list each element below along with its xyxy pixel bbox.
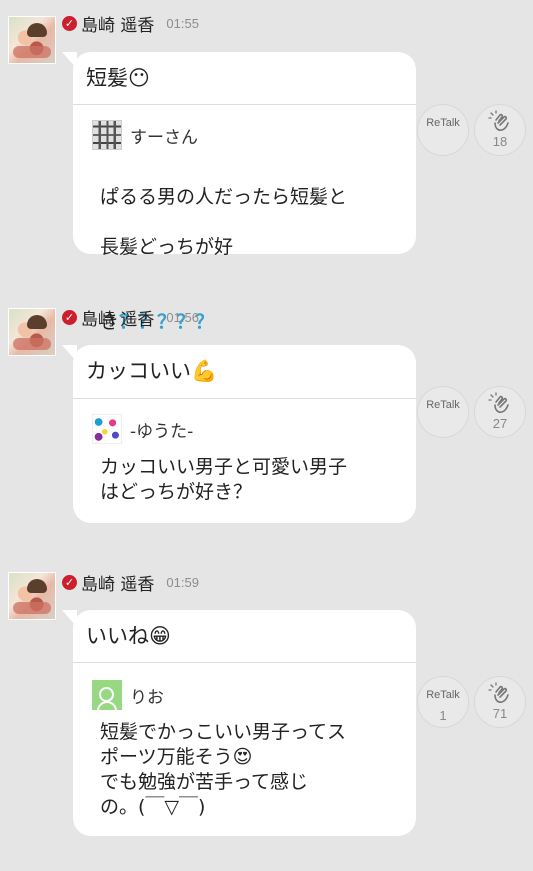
question-text: カッコいい男子と可愛い男子 はどっちが好き？ [100,456,348,503]
verified-check-icon: ✓ [62,15,77,31]
question-line: 長髪どっちが好 [100,236,234,258]
clap-count: 18 [492,134,508,149]
clap-count: 71 [492,706,508,721]
bubble-divider [73,662,416,663]
reply-text: いいね😁 [86,624,171,648]
question-user-row[interactable]: すーさん [92,120,198,150]
question-user-avatar[interactable] [92,414,122,444]
retalk-button[interactable]: ReTalk [417,104,469,156]
question-user-row[interactable]: -ゆうた- [92,414,193,444]
retalk-label: ReTalk [426,689,460,701]
clap-count: 27 [492,416,508,431]
retalk-count: 1 [439,708,447,723]
clap-icon [488,392,509,413]
author-avatar[interactable] [8,16,56,64]
author-row: ✓ 島崎 遥香 01:59 [62,570,199,595]
author-name[interactable]: 島崎 遥香 [81,305,154,330]
talk-feed: ✓ 島崎 遥香 01:55 短髪😶 すーさん ぱるる男の人だったら短髪と 長髪ど… [0,0,533,871]
author-row: ✓ 島崎 遥香 01:56 [62,305,199,330]
reply-bubble[interactable]: 短髪😶 すーさん ぱるる男の人だったら短髪と 長髪どっちが好 き？？？？？ [62,52,416,333]
question-user-name[interactable]: すーさん [130,123,198,148]
question-user-row[interactable]: りお [92,680,164,710]
post-time: 01:55 [166,15,199,31]
question-user-name[interactable]: -ゆうた- [130,417,193,442]
clap-icon [488,110,509,131]
retalk-button[interactable]: ReTalk [417,386,469,438]
clap-button[interactable]: 27 [474,386,526,438]
reply-bubble[interactable]: カッコいい💪 -ゆうた- カッコいい男子と可愛い男子 はどっちが好き？ [62,345,416,523]
reply-text: 短髪😶 [86,66,150,90]
question-user-avatar[interactable] [92,120,122,150]
author-row: ✓ 島崎 遥香 01:55 [62,11,199,36]
bubble-divider [73,398,416,399]
clap-icon [488,682,509,703]
clap-button[interactable]: 71 [474,676,526,728]
bubble-divider [73,104,416,105]
author-avatar[interactable] [8,572,56,620]
reply-bubble[interactable]: いいね😁 りお 短髪でかっこいい男子ってス ポーツ万能そう😍 でも勉強が苦手って… [62,610,416,836]
verified-check-icon: ✓ [62,309,77,325]
author-name[interactable]: 島崎 遥香 [81,11,154,36]
post-time: 01:56 [166,309,199,325]
verified-check-icon: ✓ [62,574,77,590]
author-name[interactable]: 島崎 遥香 [81,570,154,595]
question-line: ぱるる男の人だったら短髪と [100,186,348,208]
question-user-avatar[interactable] [92,680,122,710]
post-time: 01:59 [166,574,199,590]
retalk-label: ReTalk [426,399,460,411]
question-text: 短髪でかっこいい男子ってス ポーツ万能そう😍 でも勉強が苦手って感じ の。(￣▽… [100,721,347,818]
retalk-label: ReTalk [426,117,460,129]
question-user-name[interactable]: りお [130,683,164,708]
retalk-button[interactable]: ReTalk 1 [417,676,469,728]
clap-button[interactable]: 18 [474,104,526,156]
question-text: ぱるる男の人だったら短髪と 長髪どっちが好 き？？？？？ [100,160,392,360]
reply-text: カッコいい💪 [86,359,218,383]
author-avatar[interactable] [8,308,56,356]
